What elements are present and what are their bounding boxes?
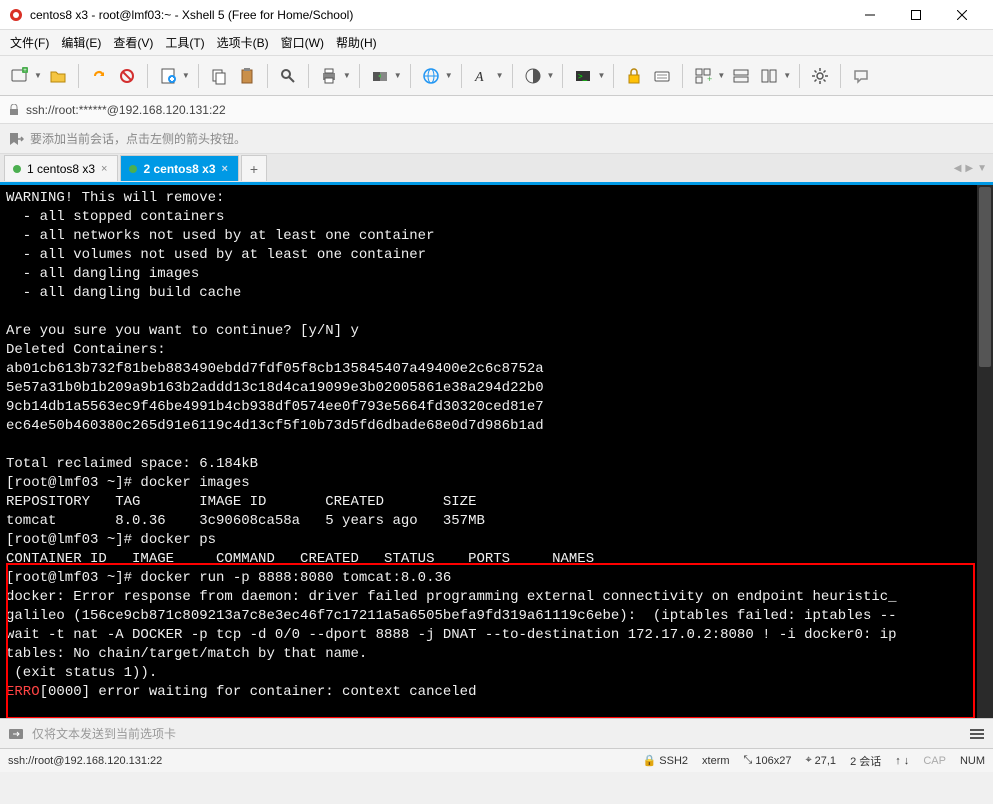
status-dot-icon xyxy=(129,165,137,173)
menu-tabs[interactable]: 选项卡(B) xyxy=(217,34,269,51)
highlight-box xyxy=(6,563,975,718)
svg-text:A: A xyxy=(474,70,484,85)
address-text[interactable]: ssh://root:******@192.168.120.131:22 xyxy=(26,103,226,117)
status-sessions: 2 会话 xyxy=(850,753,881,769)
title-bar: centos8 x3 - root@lmf03:~ - Xshell 5 (Fr… xyxy=(0,0,993,30)
session-tab-2[interactable]: 2 centos8 x3 × xyxy=(120,155,238,181)
menu-window[interactable]: 窗口(W) xyxy=(281,34,324,51)
menu-help[interactable]: 帮助(H) xyxy=(336,34,377,51)
svg-text:>_: >_ xyxy=(578,72,588,81)
reconnect-icon[interactable] xyxy=(87,64,111,88)
dropdown-icon[interactable]: ▼ xyxy=(343,71,351,80)
tab-list-icon[interactable]: ▼ xyxy=(977,163,987,174)
bookmark-arrow-icon[interactable] xyxy=(8,131,24,147)
input-bar: 仅将文本发送到当前选项卡 xyxy=(0,718,993,748)
properties-icon[interactable] xyxy=(156,64,180,88)
status-num: NUM xyxy=(960,755,985,767)
terminal-output[interactable]: WARNING! This will remove: - all stopped… xyxy=(0,182,993,718)
dropdown-icon[interactable]: ▼ xyxy=(496,71,504,80)
hint-text: 要添加当前会话，点击左侧的箭头按钮。 xyxy=(30,130,246,147)
terminal-scrollbar[interactable] xyxy=(977,185,993,718)
dropdown-icon[interactable]: ▼ xyxy=(783,71,791,80)
tile-vertical-icon[interactable] xyxy=(757,64,781,88)
arrows-icon: ↑ ↓ xyxy=(895,755,909,767)
lock-small-icon xyxy=(8,104,20,116)
copy-icon[interactable] xyxy=(207,64,231,88)
tile-add-icon[interactable]: + xyxy=(691,64,715,88)
lock-icon[interactable] xyxy=(622,64,646,88)
print-icon[interactable] xyxy=(317,64,341,88)
dropdown-icon[interactable]: ▼ xyxy=(394,71,402,80)
paste-icon[interactable] xyxy=(235,64,259,88)
color-scheme-icon[interactable] xyxy=(521,64,545,88)
new-session-icon[interactable]: + xyxy=(8,64,32,88)
menu-file[interactable]: 文件(F) xyxy=(10,34,49,51)
status-updown: ↑ ↓ xyxy=(895,755,909,767)
status-cursor: ⌖27,1 xyxy=(805,754,836,767)
dropdown-icon[interactable]: ▼ xyxy=(445,71,453,80)
menu-view[interactable]: 查看(V) xyxy=(113,34,153,51)
tab-close-icon[interactable]: × xyxy=(222,163,228,175)
tab-label: 2 centos8 x3 xyxy=(143,162,215,176)
maximize-button[interactable] xyxy=(893,0,939,30)
new-tab-button[interactable]: + xyxy=(241,155,267,181)
status-size: ⤡106x27 xyxy=(744,754,792,767)
command-input[interactable]: 仅将文本发送到当前选项卡 xyxy=(32,725,961,742)
script-icon[interactable]: >_ xyxy=(571,64,595,88)
menu-bar: 文件(F) 编辑(E) 查看(V) 工具(T) 选项卡(B) 窗口(W) 帮助(… xyxy=(0,30,993,56)
tab-label: 1 centos8 x3 xyxy=(27,162,95,176)
svg-text:+: + xyxy=(23,68,27,74)
cursor-icon: ⌖ xyxy=(805,754,811,767)
dropdown-icon[interactable]: ▼ xyxy=(597,71,605,80)
status-term: xterm xyxy=(702,755,730,767)
open-icon[interactable] xyxy=(46,64,70,88)
window-title: centos8 x3 - root@lmf03:~ - Xshell 5 (Fr… xyxy=(30,8,847,22)
tile-horizontal-icon[interactable] xyxy=(729,64,753,88)
close-button[interactable] xyxy=(939,0,985,30)
find-icon[interactable] xyxy=(276,64,300,88)
dropdown-icon[interactable]: ▼ xyxy=(717,71,725,80)
resize-icon: ⤡ xyxy=(744,754,753,767)
minimize-button[interactable] xyxy=(847,0,893,30)
gear-icon[interactable] xyxy=(808,64,832,88)
send-mode-icon[interactable] xyxy=(8,726,24,742)
globe-icon[interactable] xyxy=(419,64,443,88)
app-icon xyxy=(8,7,24,23)
tab-bar: 1 centos8 x3 × 2 centos8 x3 × + ◀ ▶ ▼ xyxy=(0,154,993,182)
address-bar: ssh://root:******@192.168.120.131:22 xyxy=(0,96,993,124)
dropdown-icon[interactable]: ▼ xyxy=(34,71,42,80)
status-ssh: 🔒SSH2 xyxy=(643,754,688,767)
status-bar: ssh://root@192.168.120.131:22 🔒SSH2 xter… xyxy=(0,748,993,772)
dropdown-icon[interactable]: ▼ xyxy=(547,71,555,80)
dropdown-icon[interactable]: ▼ xyxy=(182,71,190,80)
status-dot-icon xyxy=(13,165,21,173)
chat-icon[interactable] xyxy=(849,64,873,88)
status-connection: ssh://root@192.168.120.131:22 xyxy=(8,755,643,767)
menu-edit[interactable]: 编辑(E) xyxy=(61,34,101,51)
tab-prev-icon[interactable]: ◀ xyxy=(954,163,962,174)
keyboard-icon[interactable] xyxy=(650,64,674,88)
hint-bar: 要添加当前会话，点击左侧的箭头按钮。 xyxy=(0,124,993,154)
tab-next-icon[interactable]: ▶ xyxy=(965,163,973,174)
session-tab-1[interactable]: 1 centos8 x3 × xyxy=(4,155,118,181)
transfer-icon[interactable] xyxy=(368,64,392,88)
disconnect-icon[interactable] xyxy=(115,64,139,88)
scrollbar-thumb[interactable] xyxy=(979,187,991,367)
lock-green-icon: 🔒 xyxy=(643,754,657,767)
tab-close-icon[interactable]: × xyxy=(101,163,107,175)
status-cap: CAP xyxy=(923,755,946,767)
svg-text:+: + xyxy=(707,74,712,84)
menu-tools[interactable]: 工具(T) xyxy=(165,34,204,51)
toolbar: + ▼ ▼ ▼ ▼ ▼ A ▼ ▼ >_ ▼ + ▼ ▼ xyxy=(0,56,993,96)
menu-icon[interactable] xyxy=(969,727,985,741)
tab-nav: ◀ ▶ ▼ xyxy=(954,163,987,174)
font-icon[interactable]: A xyxy=(470,64,494,88)
